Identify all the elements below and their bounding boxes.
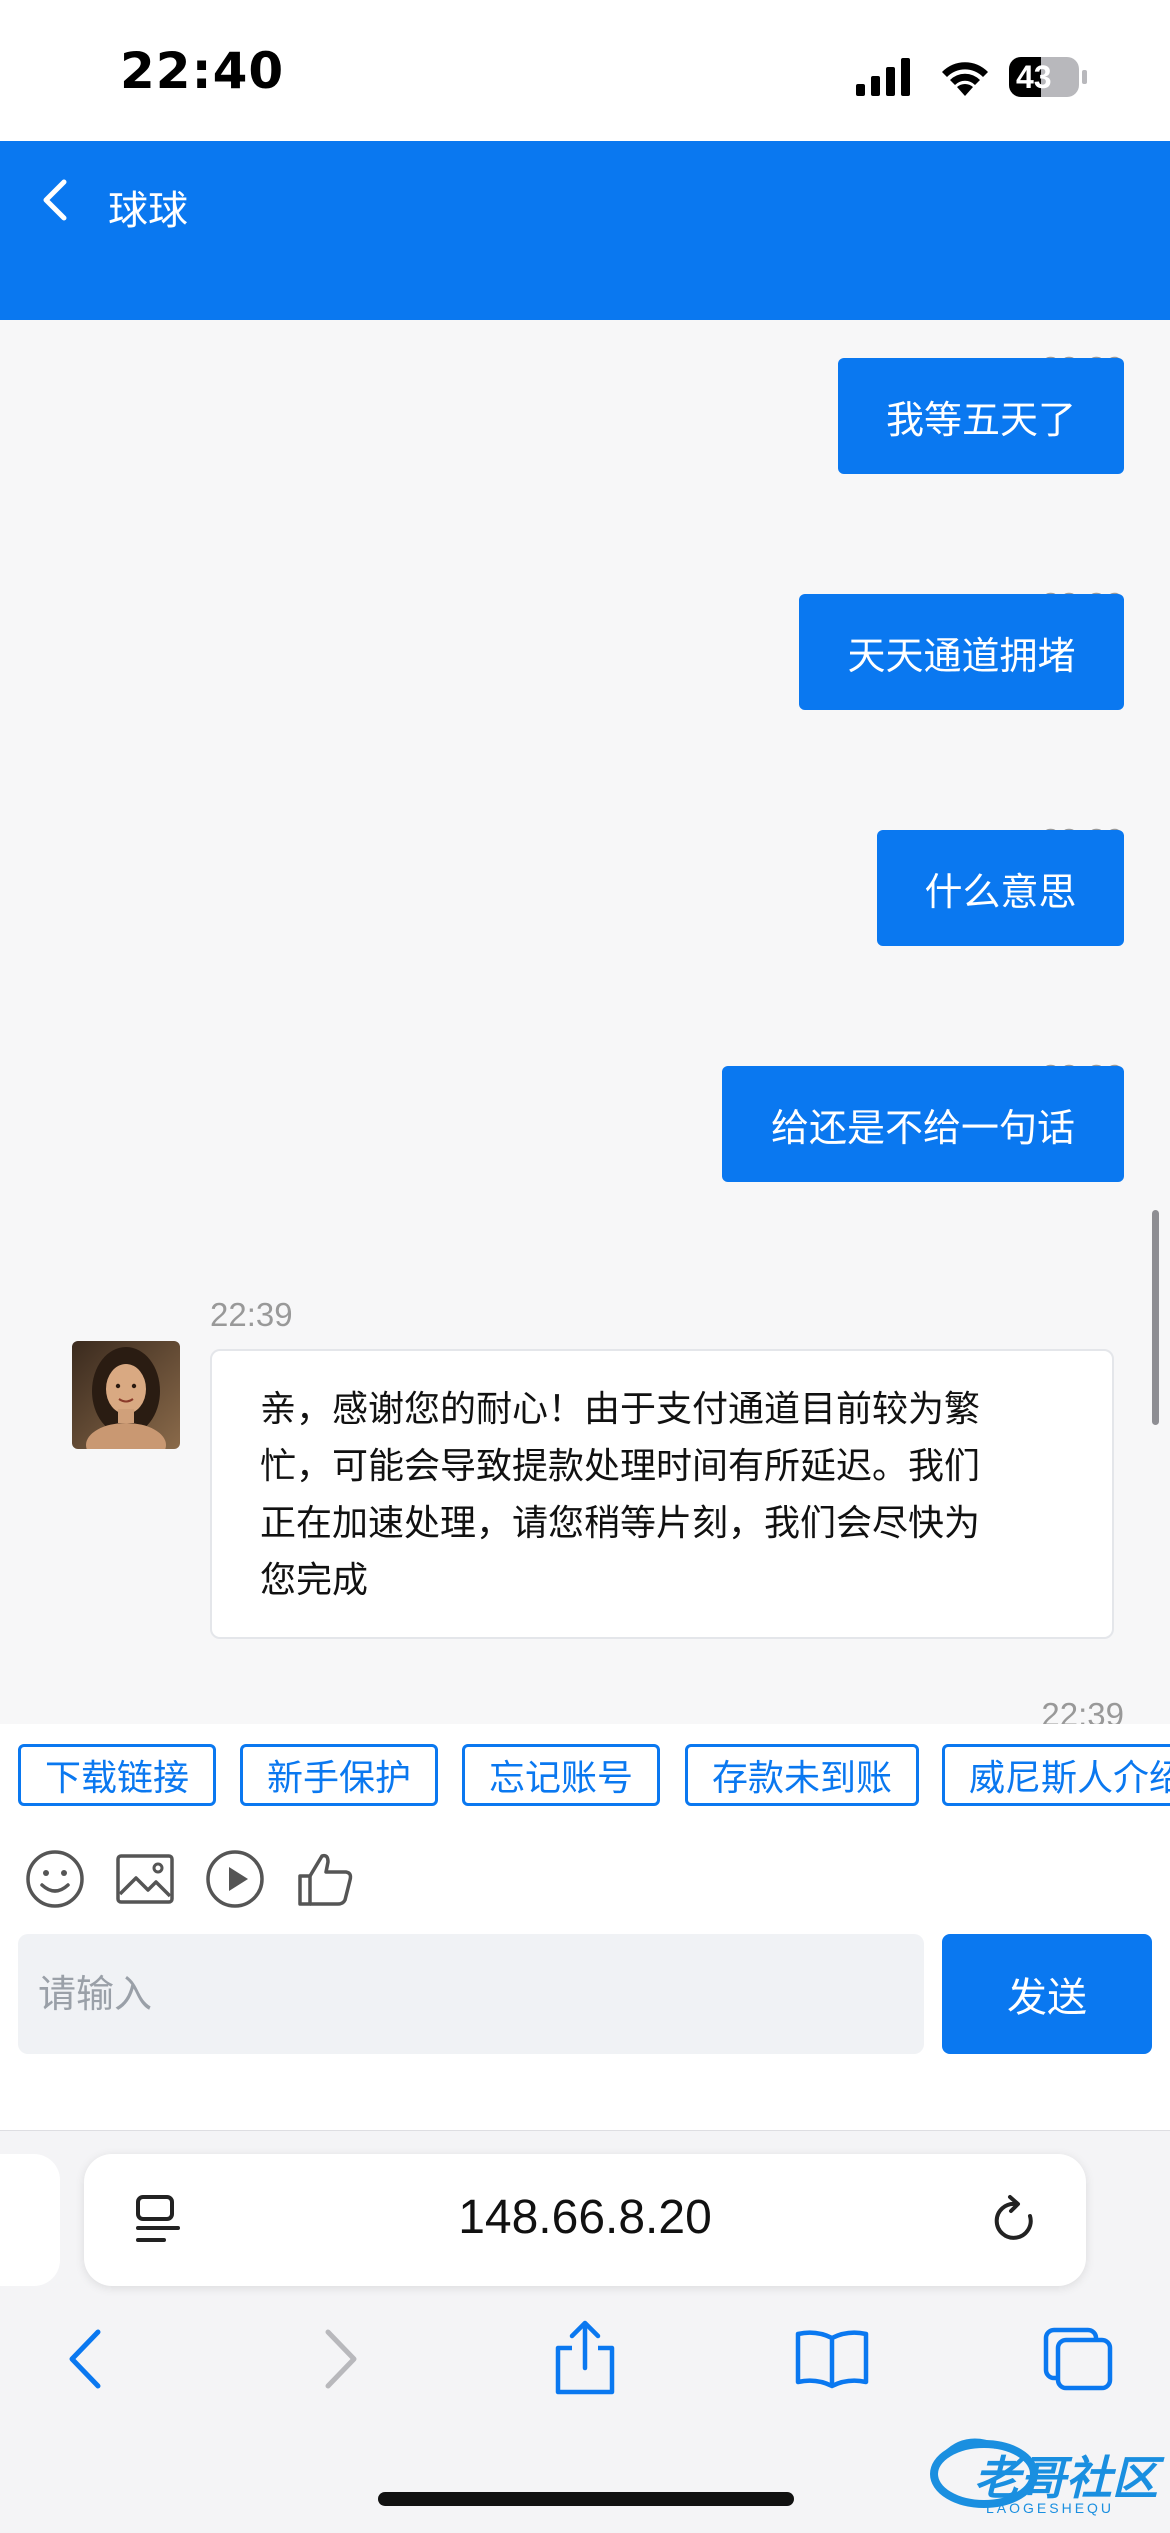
sent-message[interactable]: 我等五天了 (838, 358, 1124, 474)
watermark-logo: 老哥社区 LAOGESHEQU (926, 2434, 1162, 2520)
sent-message[interactable]: 给还是不给一句话 (722, 1066, 1124, 1182)
battery-icon: 43 (1008, 56, 1088, 98)
received-message-line: 亲，感谢您的耐心！由于支付通道目前较为繁 (260, 1389, 981, 1430)
send-button[interactable]: 发送 (942, 1934, 1152, 2054)
tabs-icon[interactable] (1042, 2326, 1114, 2392)
message-timestamp: 22:39 (210, 1296, 293, 1333)
reload-icon[interactable] (990, 2194, 1040, 2248)
received-message-line: 忙，可能会导致提款处理时间有所延迟。我们 (260, 1446, 981, 1487)
quick-reply-chip[interactable]: 威尼斯人介绍 (942, 1744, 1170, 1806)
scrollbar-thumb[interactable] (1152, 1210, 1159, 1425)
chat-title: 球球 (108, 188, 188, 234)
forward-icon[interactable] (318, 2326, 362, 2392)
emoji-icon[interactable] (24, 1848, 86, 1910)
back-chevron-icon[interactable] (36, 170, 76, 230)
image-icon[interactable] (114, 1848, 176, 1910)
message-input[interactable] (18, 1934, 924, 2054)
received-message[interactable]: 亲，感谢您的耐心！由于支付通道目前较为繁 忙，可能会导致提款处理时间有所延迟。我… (210, 1349, 1114, 1639)
agent-avatar[interactable] (72, 1341, 180, 1449)
status-time: 22:40 (120, 42, 285, 100)
home-indicator (378, 2492, 794, 2506)
back-icon[interactable] (64, 2326, 108, 2392)
watermark-subtext: LAOGESHEQU (986, 2500, 1115, 2516)
cellular-signal-icon (856, 58, 910, 96)
quick-reply-chip[interactable]: 新手保护 (240, 1744, 438, 1806)
watermark-text: 老哥社区 (974, 2451, 1158, 2505)
received-message-line: 正在加速处理，请您稍等片刻，我们会尽快为 (260, 1503, 981, 1544)
quick-reply-chip[interactable]: 下载链接 (18, 1744, 216, 1806)
bookmarks-icon[interactable] (794, 2328, 870, 2390)
wifi-icon (942, 62, 988, 96)
message-timestamp-partial: 22:39 (1041, 1696, 1124, 1724)
quick-reply-bar[interactable]: 下载链接 新手保护 忘记账号 存款未到账 威尼斯人介绍 (0, 1724, 1170, 1834)
video-icon[interactable] (204, 1848, 266, 1910)
thumbs-up-icon[interactable] (294, 1848, 356, 1910)
quick-reply-chip[interactable]: 存款未到账 (685, 1744, 919, 1806)
previous-tab-preview[interactable] (0, 2154, 60, 2286)
quick-reply-chip[interactable]: 忘记账号 (462, 1744, 660, 1806)
sent-message[interactable]: 什么意思 (877, 830, 1124, 946)
received-message-line: 您完成 (260, 1560, 369, 1601)
sent-message[interactable]: 天天通道拥堵 (799, 594, 1124, 710)
battery-level: 43 (1016, 59, 1052, 95)
share-icon[interactable] (550, 2318, 620, 2398)
url-text: 148.66.8.20 (458, 2191, 712, 2244)
